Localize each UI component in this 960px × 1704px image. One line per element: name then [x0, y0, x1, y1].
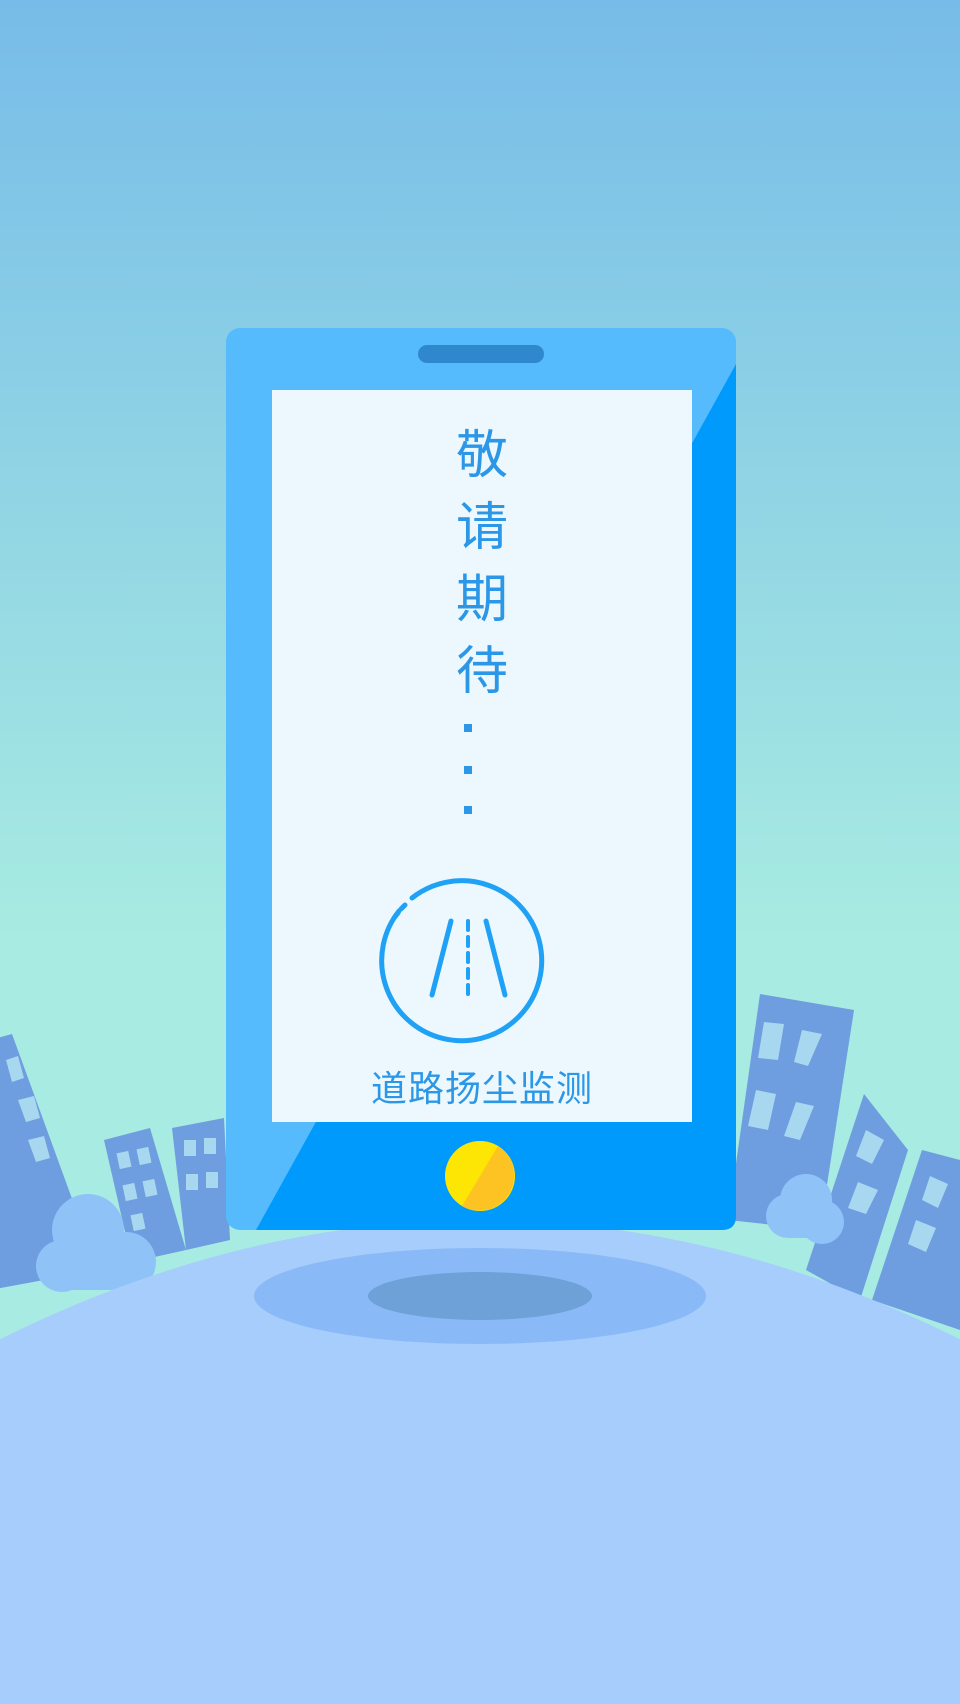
title-char-1: 敬 — [455, 426, 508, 486]
home-button-icon[interactable] — [445, 1141, 515, 1211]
shadow-inner — [368, 1272, 592, 1320]
ellipsis-dot — [464, 724, 472, 732]
speaker-slot — [418, 345, 544, 363]
ellipsis-dot — [464, 766, 472, 774]
splash-screen: 敬 请 期 待 道路扬尘监测 — [0, 0, 960, 1704]
ellipsis-dot — [464, 806, 472, 814]
title-char-2: 请 — [455, 498, 508, 558]
app-caption: 道路扬尘监测 — [370, 1069, 593, 1110]
background-scene — [0, 0, 960, 1704]
title-char-4: 待 — [455, 642, 508, 702]
title-char-3: 期 — [455, 570, 508, 630]
